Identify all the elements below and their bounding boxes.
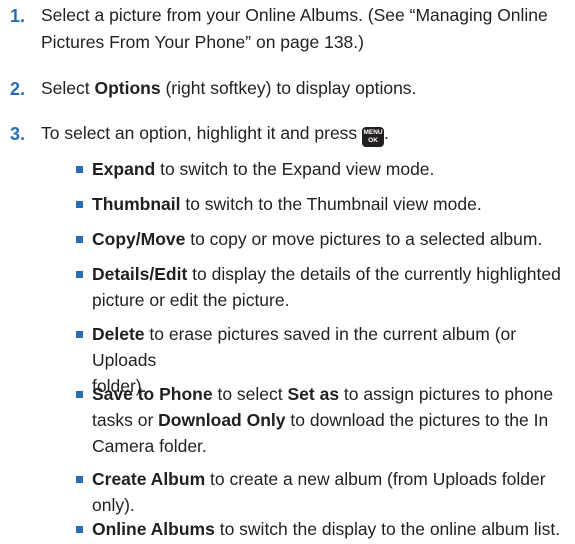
option-desc: to switch to the Expand view mode. <box>155 159 435 179</box>
step-text-post: (right softkey) to display options. <box>160 78 417 98</box>
option-name: Save to Phone <box>92 384 213 404</box>
option-desc: to switch to the Thumbnail view mode. <box>180 194 482 214</box>
step-text: Select Options (right softkey) to displa… <box>41 75 561 102</box>
step-text: Select a picture from your Online Albums… <box>41 2 561 56</box>
option-subname: Set as <box>287 384 340 404</box>
bullet-icon <box>76 391 83 398</box>
key-label-bottom: OK <box>368 137 378 144</box>
option-desc: to download the pictures to the In <box>285 410 549 430</box>
option-name: Thumbnail <box>92 194 181 214</box>
option-desc: to select <box>212 384 288 404</box>
step-text-pre: Select <box>41 78 95 98</box>
bullet-icon <box>76 201 83 208</box>
step-text-bold: Options <box>94 78 161 98</box>
option-name: Expand <box>92 159 156 179</box>
option-desc: to assign pictures to phone <box>339 384 554 404</box>
option-desc: to copy or move pictures to a selected a… <box>185 229 543 249</box>
step-text-line: Pictures From Your Phone” on page 138.) <box>41 32 364 52</box>
step-text-pre: To select an option, highlight it and pr… <box>41 123 358 143</box>
option-desc: to display the details of the currently … <box>187 264 561 284</box>
option-desc: picture or edit the picture. <box>92 290 290 310</box>
option-desc: only). <box>92 495 135 515</box>
option-desc: to erase pictures saved in the current a… <box>92 324 517 370</box>
step-text-line: Select a picture from your Online Albums… <box>41 5 548 25</box>
option-name: Create Album <box>92 469 206 489</box>
option-subname: Download Only <box>158 410 286 430</box>
key-label-top: MENU <box>363 129 383 136</box>
bullet-icon <box>76 331 83 338</box>
step-text: To select an option, highlight it and pr… <box>41 120 561 147</box>
menu-ok-key-icon: MENU OK <box>362 127 385 147</box>
bullet-icon <box>76 476 83 483</box>
bullet-icon <box>76 236 83 243</box>
step-number: 2. <box>10 79 26 99</box>
step-number: 1. <box>10 6 26 26</box>
bullet-icon <box>76 526 83 533</box>
option-name: Delete <box>92 324 145 344</box>
option-desc: to create a new album (from Uploads fold… <box>205 469 546 489</box>
option-name: Online Albums <box>92 519 215 539</box>
bullet-icon <box>76 166 83 173</box>
option-desc: tasks or <box>92 410 159 430</box>
step-text-post: . <box>384 123 389 143</box>
option-name: Details/Edit <box>92 264 188 284</box>
bullet-icon <box>76 271 83 278</box>
option-desc: Camera folder. <box>92 436 207 456</box>
option-name: Copy/Move <box>92 229 186 249</box>
manual-page: 1. Select a picture from your Online Alb… <box>0 0 575 544</box>
step-number: 3. <box>10 124 26 144</box>
option-desc: to switch the display to the online albu… <box>214 519 561 539</box>
